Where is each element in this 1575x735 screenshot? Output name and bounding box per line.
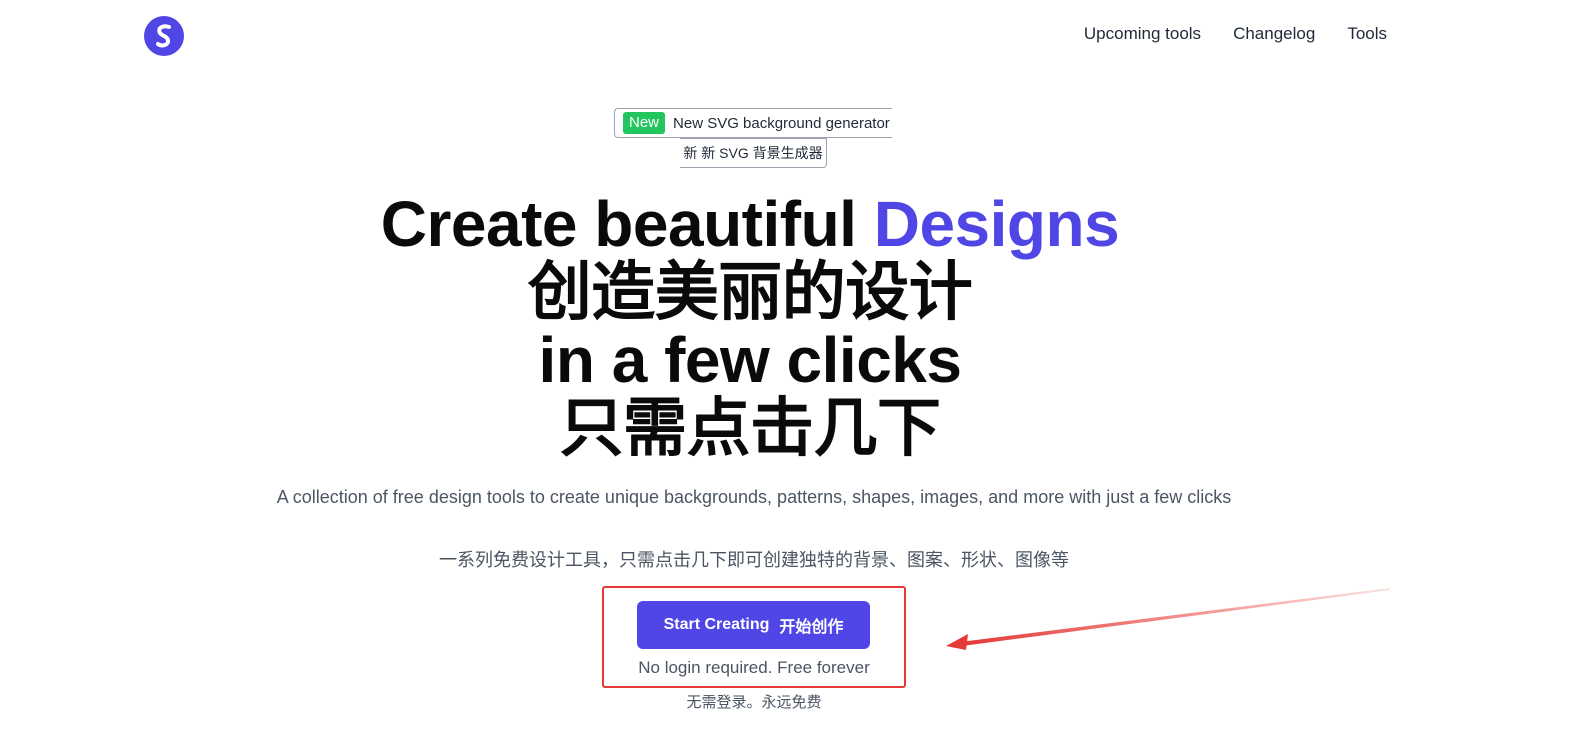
announcement-badge[interactable]: New New SVG background generator (614, 108, 892, 138)
start-creating-label-cn: 开始创作 (779, 619, 844, 636)
announcement-translation: 新 新 SVG 背景生成器 (680, 138, 827, 168)
hero-line-3: in a few clicks (538, 324, 962, 396)
no-login-note: No login required. Free forever (638, 658, 870, 677)
start-creating-button[interactable]: Start Creating 开始创作 (637, 601, 870, 649)
hero-description: A collection of free design tools to cre… (276, 487, 1232, 507)
hero-line-1-prefix: Create beautiful (380, 188, 874, 260)
announcement-text: New SVG background generator (673, 114, 890, 132)
hero-line-1: Create beautiful Designs (0, 190, 1500, 258)
nav-tools[interactable]: Tools (1347, 24, 1387, 44)
hero-line-4: 只需点击几下 (559, 392, 942, 464)
hero-line-2: 创造美丽的设计 (527, 256, 973, 328)
top-nav: Upcoming tools Changelog Tools (1084, 24, 1387, 44)
nav-upcoming-tools[interactable]: Upcoming tools (1084, 24, 1201, 44)
hero-description-translation: 一系列免费设计工具，只需点击几下即可创建独特的背景、图案、形状、图像等 (439, 550, 1069, 570)
hero-accent-word: Designs (873, 188, 1120, 260)
no-login-note-translation: 无需登录。永远免费 (686, 694, 822, 711)
nav-changelog[interactable]: Changelog (1233, 24, 1315, 44)
page: Upcoming tools Changelog Tools New New S… (0, 0, 1575, 735)
annotation-arrow-icon (946, 588, 1390, 650)
start-creating-label: Start Creating (663, 616, 770, 633)
logo-s-icon (156, 24, 171, 48)
new-pill: New (623, 112, 666, 134)
logo[interactable] (144, 16, 184, 56)
hero-heading: Create beautiful Designs 创造美丽的设计 in a fe… (0, 190, 1500, 462)
